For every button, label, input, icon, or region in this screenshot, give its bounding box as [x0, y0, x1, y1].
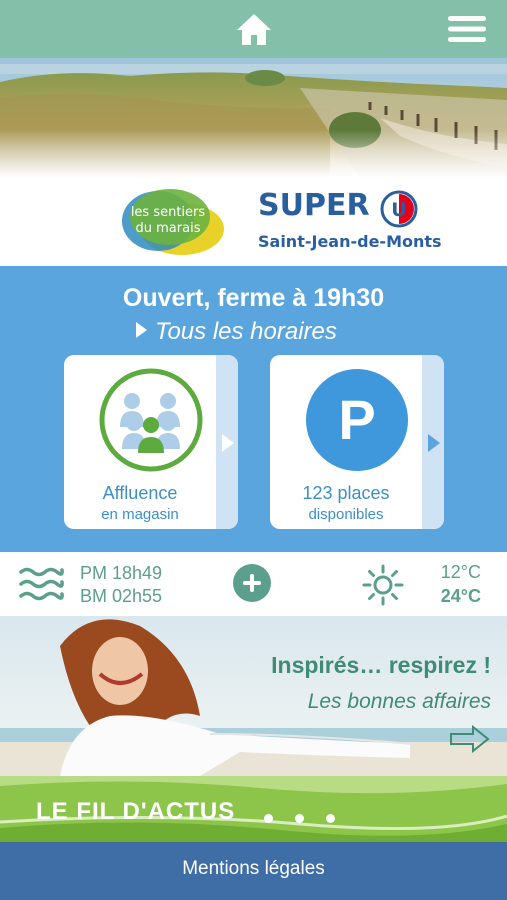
crowd-icon — [99, 368, 203, 472]
crowd-card[interactable]: Affluence en magasin — [64, 355, 238, 529]
all-hours-label: Tous les horaires — [155, 318, 337, 345]
ellipsis-dots-icon — [264, 810, 357, 828]
hamburger-menu-icon — [448, 16, 486, 42]
store-info-panel: Ouvert, ferme à 19h30 Tous les horaires … — [0, 266, 507, 552]
dunes-image — [0, 58, 507, 178]
waves-icon — [19, 567, 64, 601]
legal-notice-link[interactable]: Mentions légales — [0, 858, 507, 880]
hero-banner-dunes — [0, 58, 507, 178]
parking-icon: P — [306, 369, 408, 471]
les-sentiers-du-marais-logo: les sentiers du marais — [122, 189, 224, 255]
promo-banner[interactable]: Inspirés… respirez ! Les bonnes affaires — [0, 616, 507, 776]
news-title: LE FIL D'ACTUS — [36, 798, 236, 825]
parking-subtitle: disponibles — [308, 506, 384, 523]
chevron-right-icon — [428, 434, 440, 452]
top-bar — [0, 0, 507, 58]
super-u-brand: SUPER — [258, 188, 370, 223]
arrow-right-icon — [450, 724, 490, 754]
u-mark-icon: U — [380, 190, 418, 228]
home-icon — [237, 14, 271, 45]
svg-text:P: P — [338, 388, 375, 451]
super-u-logo: SUPER U Saint-Jean-de-Monts — [258, 186, 442, 256]
news-feed-band[interactable]: LE FIL D'ACTUS — [0, 776, 507, 842]
crowd-subtitle: en magasin — [101, 506, 179, 523]
plus-icon — [243, 574, 261, 592]
temperature-max: 24°C — [440, 586, 481, 606]
triangle-right-icon — [136, 322, 147, 338]
promo-subtitle: Les bonnes affaires — [307, 690, 491, 713]
logos-band: les sentiers du marais SUPER U Saint-Jea… — [0, 178, 507, 266]
home-button[interactable] — [234, 9, 274, 49]
sun-icon — [362, 564, 404, 606]
super-u-city: Saint-Jean-de-Monts — [258, 232, 442, 251]
svg-text:du marais: du marais — [136, 221, 201, 236]
parking-places: 123 places — [302, 483, 390, 503]
promo-title: Inspirés… respirez ! — [271, 652, 491, 678]
tide-weather-strip: PM 18h49 BM 02h55 12°C 24°C — [0, 552, 507, 616]
svg-text:U: U — [391, 199, 406, 221]
parking-card-tab — [422, 355, 444, 529]
footer: Mentions légales — [0, 842, 507, 900]
opening-status: Ouvert, ferme à 19h30 — [122, 284, 385, 312]
more-weather-button[interactable] — [233, 564, 271, 602]
chevron-right-icon — [222, 434, 234, 452]
parking-card[interactable]: P 123 places disponibles — [270, 355, 444, 529]
crowd-title: Affluence — [102, 483, 178, 503]
all-hours-link[interactable]: Tous les horaires — [136, 318, 337, 346]
menu-button[interactable] — [446, 14, 488, 44]
high-tide-time: PM 18h49 — [80, 563, 163, 583]
crowd-card-tab — [216, 355, 238, 529]
svg-text:les sentiers: les sentiers — [131, 205, 206, 220]
low-tide-time: BM 02h55 — [80, 586, 163, 606]
temperature-min: 12°C — [440, 562, 481, 582]
